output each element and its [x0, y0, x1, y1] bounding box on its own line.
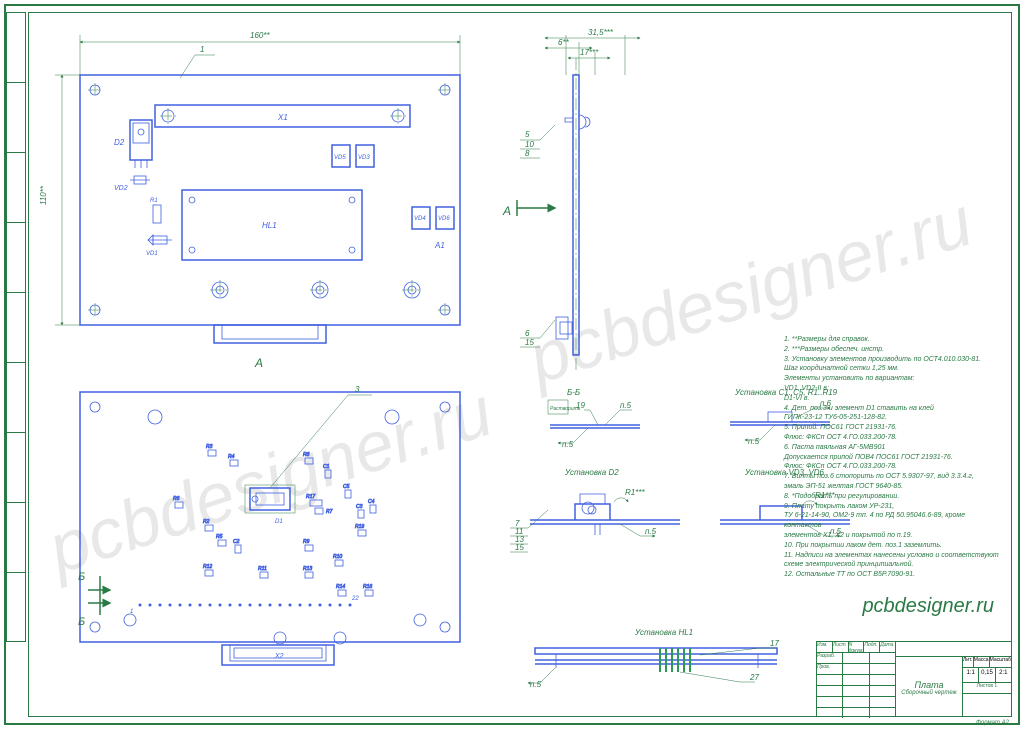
- svg-text:15: 15: [525, 338, 534, 347]
- svg-text:Б: Б: [78, 616, 85, 628]
- svg-text:п.5: п.5: [530, 680, 542, 689]
- svg-text:X2: X2: [274, 653, 284, 660]
- svg-text:R2: R2: [203, 519, 210, 525]
- svg-text:22: 22: [351, 596, 359, 602]
- side-view: 31,5*** 6** 17*** 5 10 8 6 15 А: [502, 28, 640, 370]
- svg-text:VD1: VD1: [146, 251, 158, 257]
- svg-text:6: 6: [525, 329, 530, 338]
- svg-text:C4: C4: [368, 499, 375, 505]
- svg-text:R16: R16: [363, 584, 372, 590]
- svg-text:C5: C5: [343, 484, 350, 490]
- title-block: Изм.ЛистN докум.Подп.Дата Разраб. Пров. …: [816, 641, 1012, 717]
- svg-text:VD3: VD3: [358, 155, 370, 161]
- svg-text:6**: 6**: [558, 38, 570, 47]
- svg-text:1: 1: [200, 45, 204, 54]
- svg-text:R1***: R1***: [625, 488, 645, 497]
- svg-text:R11: R11: [258, 566, 267, 572]
- svg-text:R10: R10: [333, 554, 342, 560]
- svg-text:R12: R12: [203, 564, 212, 570]
- svg-text:R1: R1: [150, 198, 158, 204]
- svg-text:8: 8: [525, 149, 530, 158]
- svg-text:п.5: п.5: [645, 527, 657, 536]
- svg-text:R5: R5: [216, 534, 223, 540]
- svg-text:HL1: HL1: [262, 221, 277, 230]
- detail-hl1: Установка HL1 п.5 17 27: [528, 628, 779, 689]
- svg-text:5: 5: [525, 130, 530, 139]
- svg-text:R19: R19: [355, 524, 364, 530]
- drawing-subtitle: Сборочный чертеж: [896, 690, 962, 696]
- svg-text:3: 3: [355, 385, 360, 394]
- svg-text:110**: 110**: [39, 185, 48, 205]
- svg-text:R3: R3: [206, 444, 213, 450]
- svg-text:А: А: [254, 356, 263, 370]
- svg-text:А1: А1: [434, 241, 445, 250]
- svg-text:31,5***: 31,5***: [588, 28, 614, 37]
- svg-text:R6: R6: [173, 496, 180, 502]
- bottom-board: D1 3 R3 R4 R8 R6 C1 C5 R2 R5 C2 R17 R7 C…: [78, 385, 460, 665]
- svg-text:Б-Б: Б-Б: [567, 388, 580, 397]
- svg-text:VD6: VD6: [438, 216, 450, 222]
- vd2-label: VD2: [114, 185, 128, 192]
- svg-text:17***: 17***: [580, 48, 599, 57]
- svg-text:Установка HL1: Установка HL1: [634, 628, 693, 637]
- svg-text:R8: R8: [303, 452, 310, 458]
- svg-text:160**: 160**: [250, 31, 270, 40]
- svg-text:R17: R17: [306, 494, 315, 500]
- svg-text:R9: R9: [303, 539, 310, 545]
- svg-text:C3: C3: [356, 504, 363, 510]
- svg-text:R14: R14: [336, 584, 345, 590]
- svg-text:R13: R13: [303, 566, 312, 572]
- svg-text:10: 10: [525, 140, 534, 149]
- svg-text:R4: R4: [228, 454, 235, 460]
- svg-text:C1: C1: [323, 464, 330, 470]
- svg-text:VD5: VD5: [334, 155, 346, 161]
- svg-text:17: 17: [770, 639, 779, 648]
- svg-text:D1: D1: [275, 519, 283, 525]
- svg-text:п.5: п.5: [562, 440, 574, 449]
- svg-text:19: 19: [576, 401, 585, 410]
- top-board: X1 D2 VD2 VD5 VD3 R1 VD1 HL1: [39, 31, 460, 370]
- svg-text:А: А: [502, 204, 511, 218]
- detail-d2: Установка D2 R1*** п.5 7 11 13 15: [510, 468, 680, 552]
- drawing-title: Плата: [896, 678, 962, 690]
- svg-text:VD4: VD4: [414, 216, 426, 222]
- d2-label: D2: [114, 138, 125, 147]
- svg-text:Б: Б: [78, 571, 85, 583]
- format-label: Формат А2: [976, 720, 1009, 726]
- svg-text:C2: C2: [233, 539, 240, 545]
- svg-text:27: 27: [749, 673, 759, 682]
- svg-text:Установка D2: Установка D2: [564, 468, 619, 477]
- svg-text:15: 15: [515, 543, 524, 552]
- x1-label: X1: [277, 113, 288, 122]
- technical-notes: 1. **Размеры для справок. 2. ***Размеры …: [784, 335, 1004, 580]
- svg-text:R7: R7: [326, 509, 333, 515]
- svg-text:п.5: п.5: [748, 437, 760, 446]
- svg-text:п.5: п.5: [620, 401, 632, 410]
